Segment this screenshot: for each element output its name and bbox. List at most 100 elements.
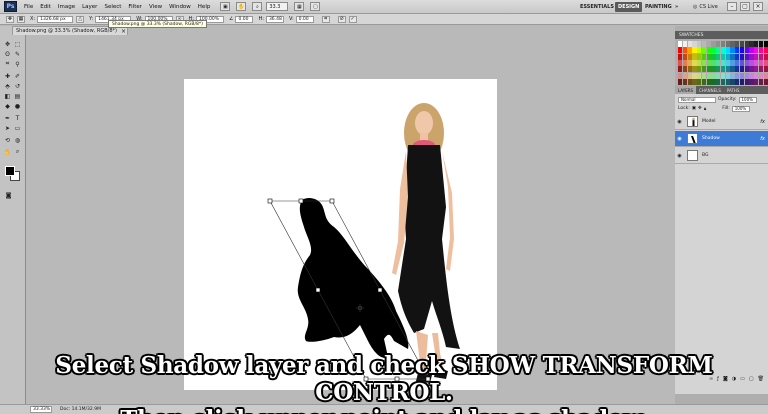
quick-mask-icon[interactable]: ◙ — [4, 191, 13, 199]
swatch-cell[interactable] — [744, 66, 749, 73]
swatch-cell[interactable] — [692, 72, 697, 79]
swatch-cell[interactable] — [701, 66, 707, 73]
visibility-eye-icon[interactable]: ◉ — [675, 119, 684, 125]
swatch-cell[interactable] — [754, 66, 759, 73]
swatch-cell[interactable] — [687, 72, 692, 79]
swatch-cell[interactable] — [749, 60, 754, 66]
swatch-cell[interactable] — [682, 41, 688, 47]
swatch-cell[interactable] — [749, 41, 754, 47]
warp-mode-icon[interactable]: ⌗ — [321, 15, 330, 23]
menu-select[interactable]: Select — [104, 4, 121, 10]
tab-layers[interactable]: LAYERS — [675, 86, 697, 94]
swatch-cell[interactable] — [763, 79, 768, 85]
swatch-cell[interactable] — [720, 47, 726, 54]
document-canvas[interactable] — [184, 79, 497, 390]
swatch-cell[interactable] — [697, 72, 702, 79]
swatch-cell[interactable] — [735, 41, 740, 47]
history-brush-icon[interactable]: ↺ — [13, 82, 22, 90]
minimize-icon[interactable]: – — [727, 2, 737, 11]
lock-position-icon[interactable]: ✥ — [698, 106, 702, 111]
swatch-cell[interactable] — [725, 72, 730, 79]
menu-view[interactable]: View — [149, 4, 162, 10]
zoom-tool-icon[interactable]: ⌕ — [13, 148, 22, 156]
path-select-icon[interactable]: ➤ — [3, 124, 12, 132]
swatch-cell[interactable] — [749, 79, 754, 85]
swatch-cell[interactable] — [739, 72, 745, 79]
move-tool-icon[interactable]: ✥ — [6, 15, 14, 23]
swatch-cell[interactable] — [706, 66, 711, 73]
swatch-cell[interactable] — [744, 41, 749, 47]
swatch-cell[interactable] — [739, 47, 745, 54]
menu-window[interactable]: Window — [169, 4, 191, 10]
swatch-cell[interactable] — [730, 60, 735, 66]
dodge-tool-icon[interactable]: ● — [13, 102, 22, 110]
swatch-cell[interactable] — [739, 66, 745, 73]
swatch-cell[interactable] — [720, 72, 726, 79]
swatch-cell[interactable] — [678, 72, 683, 79]
commit-transform-button[interactable]: ✓ — [348, 15, 357, 23]
shape-tool-icon[interactable]: ▭ — [13, 124, 22, 132]
swatch-cell[interactable] — [735, 72, 740, 79]
menu-filter[interactable]: Filter — [128, 4, 142, 10]
swatch-cell[interactable] — [754, 79, 759, 85]
swatch-cell[interactable] — [758, 79, 764, 85]
swatch-cell[interactable] — [701, 72, 707, 79]
swatch-cell[interactable] — [716, 79, 721, 85]
swatch-cell[interactable] — [716, 66, 721, 73]
x-position-field[interactable]: 1326.68 px — [37, 15, 74, 23]
swatch-cell[interactable] — [692, 41, 697, 47]
tab-paths[interactable]: PATHS — [724, 86, 743, 94]
swatch-cell[interactable] — [735, 60, 740, 66]
swatch-cell[interactable] — [744, 47, 749, 54]
canvas-workspace[interactable] — [27, 35, 675, 404]
cs-live-button[interactable]: ◎ CS Live — [693, 2, 718, 12]
swatch-cell[interactable] — [725, 53, 730, 60]
swatch-cell[interactable] — [720, 41, 726, 47]
swatch-cell[interactable] — [706, 79, 711, 85]
zoom-tool-icon[interactable]: ⌕ — [252, 2, 263, 11]
swatch-cell[interactable] — [687, 66, 692, 73]
v-skew-field[interactable]: 0.00 — [295, 15, 314, 23]
swatch-cell[interactable] — [754, 53, 759, 60]
swatch-cell[interactable] — [692, 53, 697, 60]
swatch-cell[interactable] — [716, 47, 721, 54]
gradient-tool-icon[interactable]: ▤ — [13, 92, 22, 100]
swatch-cell[interactable] — [758, 41, 764, 47]
swatch-cell[interactable] — [678, 47, 683, 54]
layer-effects-icon[interactable]: fx — [760, 136, 765, 142]
swatch-cell[interactable] — [754, 47, 759, 54]
swatch-cell[interactable] — [725, 47, 730, 54]
swatch-cell[interactable] — [758, 47, 764, 54]
swatch-cell[interactable] — [711, 41, 716, 47]
swatch-cell[interactable] — [682, 47, 688, 54]
menu-layer[interactable]: Layer — [82, 4, 97, 10]
3d-orbit-icon[interactable]: ◍ — [13, 136, 22, 144]
swatch-cell[interactable] — [682, 79, 688, 85]
swatch-cell[interactable] — [678, 66, 683, 73]
swatch-cell[interactable] — [735, 47, 740, 54]
swatch-cell[interactable] — [706, 41, 711, 47]
swatch-cell[interactable] — [682, 66, 688, 73]
swatch-cell[interactable] — [697, 41, 702, 47]
swatch-cell[interactable] — [711, 60, 716, 66]
angle-field[interactable]: 0.00 — [235, 15, 254, 23]
swatch-cell[interactable] — [701, 79, 707, 85]
fill-field[interactable]: 100% — [731, 105, 750, 112]
swatch-cell[interactable] — [711, 66, 716, 73]
workspace-more-button[interactable]: » — [672, 2, 681, 12]
swatch-cell[interactable] — [687, 60, 692, 66]
relative-position-icon[interactable]: △ — [76, 15, 85, 23]
swatch-cell[interactable] — [739, 41, 745, 47]
swatch-cell[interactable] — [701, 47, 707, 54]
quick-select-tool-icon[interactable]: ✎ — [13, 50, 22, 58]
swatch-cell[interactable] — [706, 47, 711, 54]
swatch-cell[interactable] — [678, 60, 683, 66]
swatch-cell[interactable] — [739, 53, 745, 60]
swatch-cell[interactable] — [720, 60, 726, 66]
swatch-cell[interactable] — [725, 41, 730, 47]
h-skew-field[interactable]: 36.48 — [265, 15, 284, 23]
menu-file[interactable]: File — [24, 4, 33, 10]
swatch-cell[interactable] — [758, 60, 764, 66]
swatch-cell[interactable] — [744, 53, 749, 60]
swatch-cell[interactable] — [711, 79, 716, 85]
